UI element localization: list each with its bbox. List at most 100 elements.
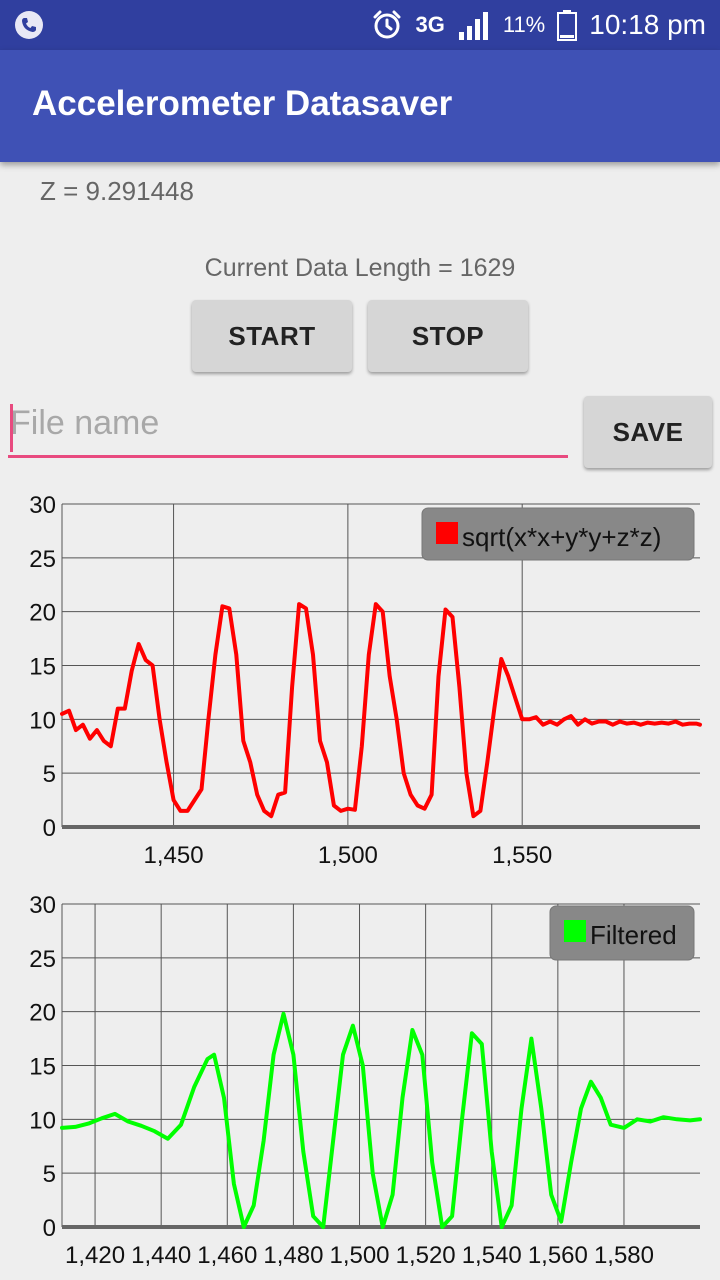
data-point	[451, 1215, 453, 1218]
data-point	[223, 1097, 225, 1099]
raw-magnitude-graph[interactable]: 0 5 10 15 20 25 30 1,450 1,500 1,550 sqrt(x*x+y*y+…	[0, 480, 720, 880]
y-tick-label: 5	[43, 761, 56, 788]
data-point	[153, 1130, 156, 1132]
network-type: 3G	[415, 12, 445, 37]
data-point	[402, 772, 405, 774]
x-tick-label: 1,500	[329, 1242, 389, 1269]
data-point	[140, 1124, 143, 1127]
data-point	[235, 653, 238, 656]
filtered-graph[interactable]: 0 5 10 15 20 25 30 1,420 1,440 1,460 1,480 1,500 1,5…	[0, 880, 720, 1280]
data-point	[82, 723, 84, 726]
data-point	[500, 1226, 503, 1228]
data-point	[116, 707, 119, 710]
data-point	[444, 608, 447, 611]
z-readout: Z = 9.291448	[40, 176, 194, 206]
save-button[interactable]: SAVE	[584, 396, 712, 468]
y-tick-label: 25	[29, 946, 56, 973]
data-point	[695, 722, 698, 725]
legend: sqrt(x*x+y*y+z*z)	[421, 507, 695, 561]
data-point	[206, 1058, 209, 1060]
data-point	[186, 810, 189, 812]
data-point	[681, 723, 684, 726]
signal-icon	[458, 12, 488, 40]
data-point	[605, 720, 607, 723]
data-point	[570, 1161, 572, 1164]
data-point	[252, 1204, 255, 1207]
y-tick-label: 0	[43, 815, 56, 842]
data-point	[471, 1032, 473, 1034]
data-point	[416, 804, 419, 807]
data-point	[472, 815, 475, 818]
data-point	[221, 605, 224, 608]
data-point	[291, 686, 293, 688]
data-point	[461, 1118, 463, 1121]
data-point	[653, 722, 656, 725]
data-point	[584, 718, 586, 721]
data-point	[388, 675, 391, 678]
data-point	[61, 713, 63, 715]
legend-swatch	[564, 920, 586, 942]
data-point	[660, 721, 663, 724]
data-point	[151, 664, 154, 667]
data-point	[699, 1118, 701, 1121]
data-point	[100, 1117, 103, 1120]
data-length-label: Current Data Length = 1629	[204, 254, 516, 282]
data-point	[284, 791, 286, 794]
legend-swatch	[436, 522, 458, 544]
data-point	[74, 1126, 77, 1128]
x-tick-label: 1,550	[492, 842, 552, 869]
x-tick-label: 1,420	[65, 1242, 125, 1269]
data-point	[165, 761, 168, 764]
data-point	[580, 1107, 582, 1110]
data-point	[123, 707, 126, 710]
data-point	[367, 653, 370, 656]
data-point	[514, 697, 517, 699]
data-point	[103, 740, 105, 742]
stop-button[interactable]: STOP	[368, 300, 528, 372]
data-point	[263, 810, 266, 812]
y-tick-label: 20	[29, 600, 56, 627]
data-point	[542, 723, 544, 726]
data-point	[362, 1064, 364, 1067]
data-point	[632, 721, 635, 724]
y-tick-label: 20	[29, 1000, 56, 1027]
data-point	[110, 745, 112, 748]
data-point	[172, 799, 175, 801]
y-tick-label: 30	[29, 492, 56, 519]
data-point	[639, 723, 642, 726]
legend: Filtered	[549, 905, 695, 961]
data-point	[282, 1013, 285, 1015]
data-point	[521, 718, 523, 721]
y-tick-label: 15	[29, 654, 56, 681]
y-tick-label: 15	[29, 1054, 56, 1081]
data-point	[674, 720, 677, 723]
data-point	[577, 723, 579, 726]
data-point	[374, 603, 377, 605]
file-name-input[interactable]	[8, 398, 568, 458]
app-bar: Accelerometer Datasaver	[0, 50, 720, 162]
data-point	[233, 1183, 235, 1185]
y-tick-label: 5	[43, 1161, 56, 1188]
data-point	[114, 1113, 116, 1115]
data-point	[437, 675, 440, 678]
data-point	[75, 729, 77, 731]
data-point	[352, 1024, 354, 1027]
data-point	[277, 793, 279, 796]
data-point	[556, 723, 558, 726]
series-line-0	[60, 1011, 702, 1229]
data-point	[623, 1127, 625, 1129]
x-tick-label: 1,460	[197, 1242, 257, 1269]
data-point	[193, 799, 196, 801]
start-button[interactable]: START	[192, 300, 352, 372]
data-point	[158, 718, 161, 721]
data-point	[590, 1080, 592, 1083]
data-point	[249, 761, 252, 764]
data-point	[354, 808, 356, 811]
status-bar: 3G 11% 10:18 pm	[0, 0, 720, 50]
x-tick-label: 1,540	[462, 1242, 522, 1269]
data-point	[127, 1120, 129, 1123]
data-point	[256, 793, 259, 796]
y-tick-label: 0	[43, 1215, 56, 1242]
y-tick-label: 10	[29, 1107, 56, 1134]
data-point	[180, 1123, 182, 1126]
